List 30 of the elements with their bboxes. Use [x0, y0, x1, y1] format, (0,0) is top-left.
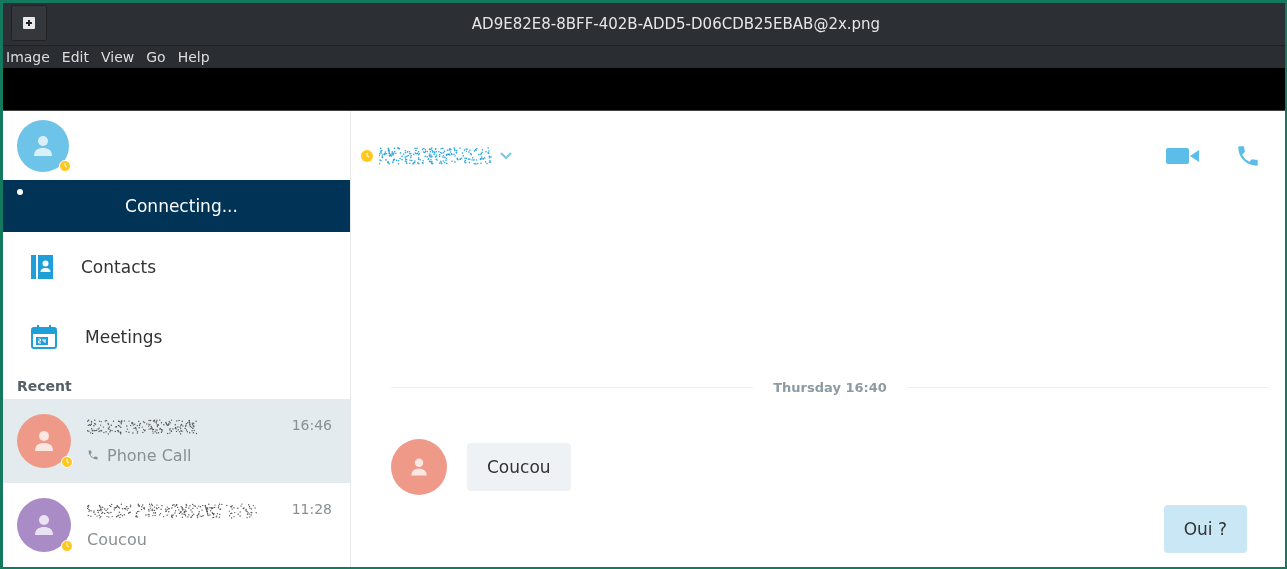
message-preview: Coucou — [87, 529, 147, 549]
message-bubble: Coucou — [467, 443, 571, 491]
menu-item[interactable]: Image — [6, 49, 50, 65]
plus-icon — [23, 17, 35, 29]
nav-item[interactable]: Contacts — [3, 231, 350, 303]
video-camera-icon[interactable] — [1166, 148, 1199, 164]
contacts-book-icon — [31, 254, 53, 279]
message-preview: Phone Call — [107, 445, 192, 465]
connection-status: Connecting... — [125, 196, 238, 217]
menu-item[interactable]: Go — [146, 49, 166, 65]
chevron-down-icon[interactable] — [500, 152, 512, 160]
section-heading: Recent — [16, 376, 73, 396]
date-divider: Thursday 16:40 — [773, 379, 887, 395]
away-status-icon — [361, 150, 373, 162]
away-status-icon — [61, 456, 73, 468]
window-title: AD9E82E8-8BFF-402B-ADD5-D06CDB25EBAB@2x.png — [470, 15, 882, 33]
message-bubble: Oui ? — [1163, 505, 1247, 553]
away-status-icon — [59, 159, 71, 172]
phone-icon — [87, 449, 99, 461]
phone-icon[interactable] — [1235, 143, 1261, 169]
menu-item[interactable]: View — [101, 49, 135, 65]
timestamp: 11:28 — [291, 501, 332, 517]
away-status-icon — [61, 540, 73, 552]
timestamp: 16:46 — [291, 417, 332, 433]
nav-item[interactable]: Meetings — [3, 302, 350, 373]
menu-item[interactable]: Help — [177, 49, 210, 65]
avatar[interactable] — [17, 119, 69, 172]
calendar-icon — [31, 325, 57, 350]
menu-item[interactable]: Edit — [61, 49, 89, 65]
new-tab-button[interactable] — [11, 5, 47, 41]
